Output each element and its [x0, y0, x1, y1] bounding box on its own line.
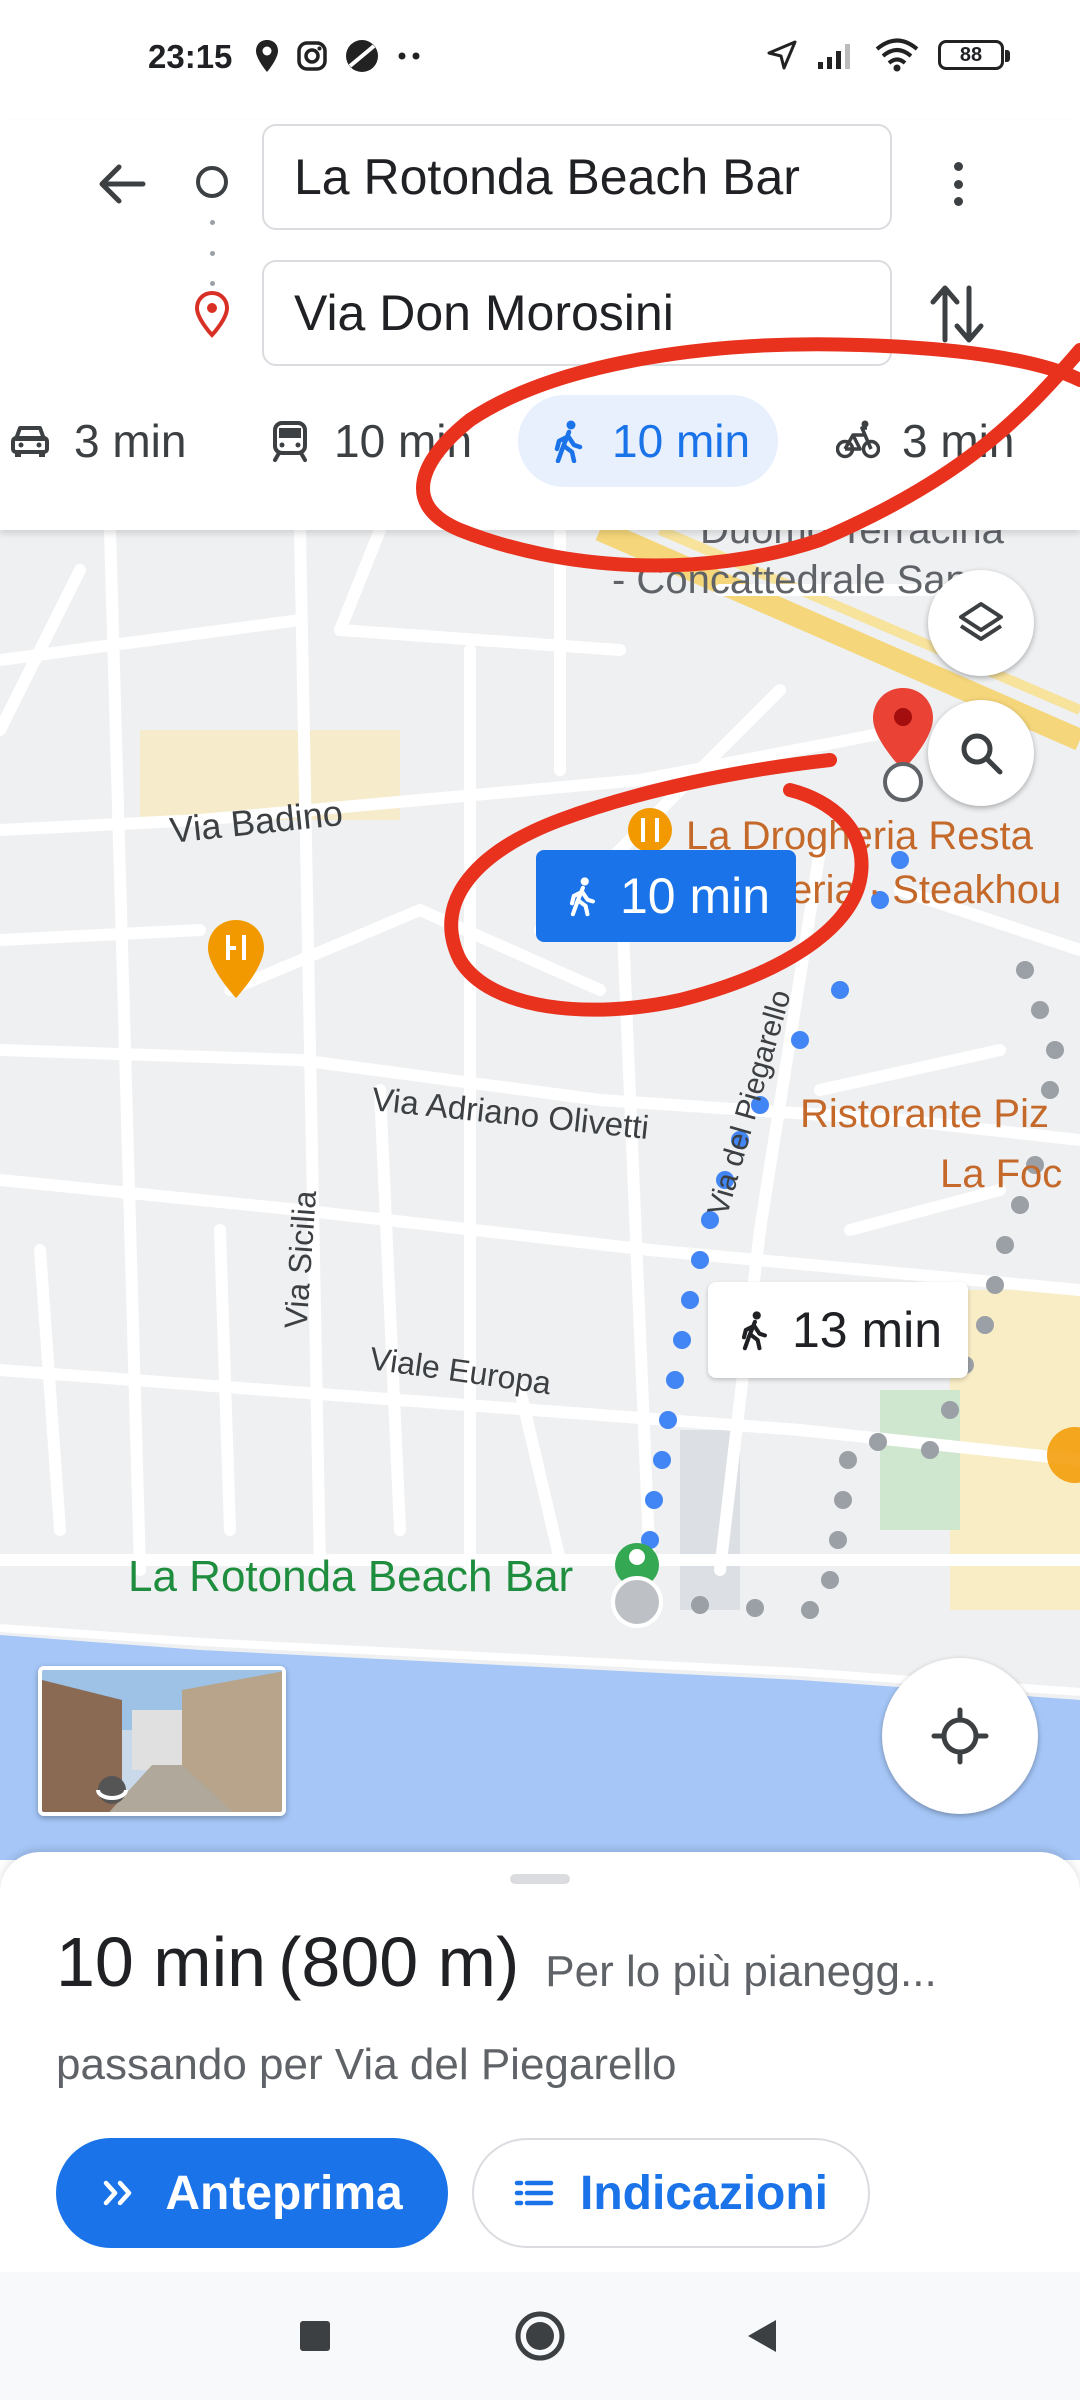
directions-list-button[interactable]: Indicazioni — [472, 2138, 870, 2248]
street-view-image — [42, 1670, 282, 1812]
tab-drive-label: 3 min — [74, 415, 187, 467]
swap-direction-icon[interactable] — [925, 276, 989, 352]
origin-circle-icon — [196, 166, 228, 198]
tab-walk-label: 10 min — [612, 415, 751, 467]
layers-icon — [959, 602, 1003, 641]
recents-button[interactable] — [285, 2306, 345, 2366]
alternative-route-chip[interactable]: 13 min — [708, 1282, 969, 1378]
start-place-label[interactable]: La Rotonda Beach Bar — [128, 1552, 573, 1602]
summary-time: 10 min — [56, 1923, 267, 2001]
route-summary: 10 min (800 m) Per lo più pianegg... — [56, 1922, 937, 2002]
instagram-icon — [297, 41, 327, 71]
status-system-icons: 88 — [766, 38, 1010, 72]
poi-cathedral-line1[interactable]: Duomo Terracina — [700, 530, 1004, 553]
location-icon — [256, 40, 278, 72]
tab-transit-label: 10 min — [334, 415, 473, 467]
tab-walk[interactable]: 10 min — [518, 395, 779, 487]
summary-distance: (800 m) — [278, 1923, 520, 2001]
status-notification-icons — [254, 38, 424, 74]
walk-icon — [569, 877, 595, 917]
square-icon — [300, 2321, 330, 2351]
search-icon — [961, 733, 1003, 775]
system-nav-bar — [0, 2272, 1080, 2400]
navigation-arrow-icon — [767, 40, 797, 70]
summary-terrain: Per lo più pianegg... — [545, 1947, 937, 1996]
route-connector-dots — [208, 220, 216, 286]
poi-ristorante-line1[interactable]: Ristorante Piz — [800, 1092, 1049, 1137]
tab-bike[interactable]: 3 min — [808, 395, 1042, 487]
directions-header: La Rotonda Beach Bar Via Don Morosini 3 … — [0, 120, 1080, 530]
tab-transit[interactable]: 10 min — [240, 395, 500, 487]
double-chevron-icon — [104, 2180, 132, 2206]
back-arrow-icon — [99, 164, 146, 204]
destination-marker[interactable] — [873, 688, 933, 802]
my-location-button[interactable] — [882, 1658, 1038, 1814]
poi-cathedral-line2[interactable]: - Concattedrale San — [612, 558, 968, 603]
travel-mode-tabs: 3 min 10 min 10 min 3 min — [0, 395, 1080, 501]
system-back-button[interactable] — [732, 2306, 792, 2366]
tab-bike-label: 3 min — [902, 415, 1015, 467]
car-icon — [11, 426, 49, 457]
route-summary-sheet[interactable]: 10 min (800 m) Per lo più pianegg... pas… — [0, 1852, 1080, 2272]
status-bar: 23:15 88 — [0, 0, 1080, 120]
directions-button-label: Indicazioni — [579, 2166, 828, 2220]
back-button[interactable] — [90, 152, 154, 216]
tab-drive[interactable]: 3 min — [0, 395, 214, 487]
preview-button-label: Anteprima — [165, 2166, 403, 2220]
restaurant-pin-icon[interactable] — [208, 920, 264, 998]
layers-button[interactable] — [928, 570, 1034, 676]
more-dots-icon — [398, 52, 420, 60]
map-view[interactable]: Via Badino Via Adriano Olivetti Via Sici… — [0, 530, 1080, 1860]
selected-route-chip[interactable]: 10 min — [536, 850, 797, 942]
walk-icon — [741, 1311, 767, 1351]
poi-drogheria-line2[interactable]: eria · Steakhou — [790, 868, 1061, 913]
alternative-route-time: 13 min — [792, 1302, 943, 1358]
destination-input[interactable]: Via Don Morosini — [262, 260, 892, 366]
sheet-drag-handle[interactable] — [510, 1874, 570, 1884]
bike-icon — [836, 420, 880, 459]
search-along-route-button[interactable] — [928, 700, 1034, 806]
signal-icon — [818, 44, 850, 69]
train-icon — [273, 421, 307, 462]
crosshair-icon — [931, 1707, 989, 1765]
preview-button[interactable]: Anteprima — [56, 2138, 448, 2248]
more-options-button[interactable] — [930, 148, 986, 220]
street-view-thumbnail[interactable] — [38, 1666, 286, 1816]
list-icon — [514, 2180, 554, 2206]
origin-input[interactable]: La Rotonda Beach Bar — [262, 124, 892, 230]
home-button[interactable] — [510, 2306, 570, 2366]
map-base — [0, 530, 1080, 1860]
walk-icon — [554, 420, 583, 463]
restaurant-pin-icon-2[interactable] — [628, 808, 672, 852]
triangle-back-icon — [748, 2320, 776, 2352]
poi-ristorante-line2[interactable]: La Foc — [940, 1152, 1062, 1197]
selected-route-time: 10 min — [620, 868, 771, 924]
destination-pin-icon — [194, 290, 230, 338]
route-via-text: passando per Via del Piegarello — [56, 2040, 677, 2089]
wifi-icon — [875, 38, 919, 72]
app-icon — [346, 40, 378, 72]
status-time: 23:15 — [148, 38, 233, 75]
circle-icon — [515, 2311, 565, 2361]
battery-icon: 88 — [938, 40, 1010, 70]
